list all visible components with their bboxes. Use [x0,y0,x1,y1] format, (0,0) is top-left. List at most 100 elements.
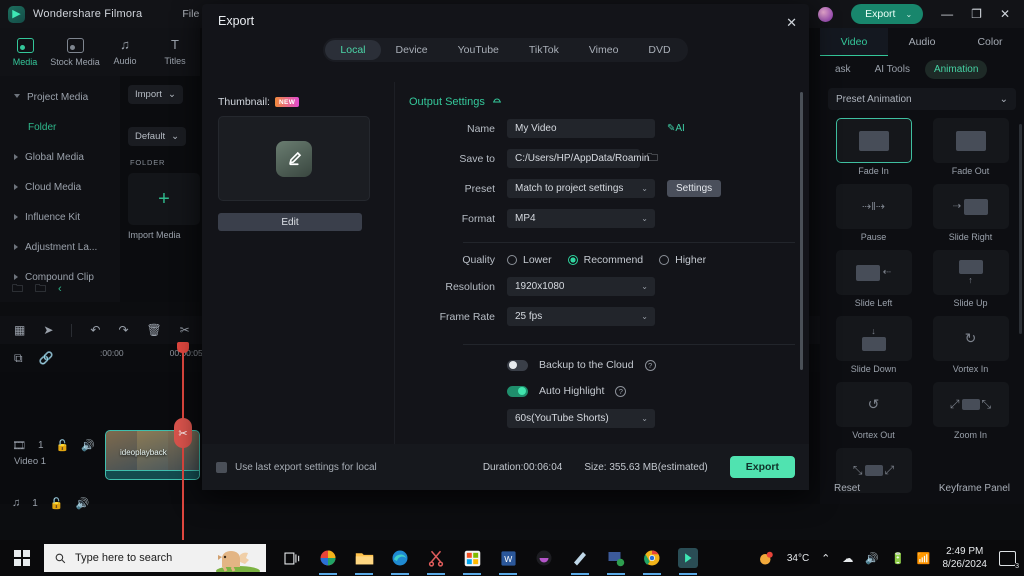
right-panel-scrollbar[interactable] [1019,124,1022,334]
lock-icon[interactable]: 🔓 [56,439,70,452]
minimize-button[interactable]: — [941,7,953,21]
tab-device[interactable]: Device [381,40,443,60]
quality-option-recommend[interactable]: Recommend [567,254,643,266]
highlight-duration-select[interactable]: 60s(YouTube Shorts) ⌄ [507,409,655,428]
framerate-select[interactable]: 25 fps ⌄ [507,307,655,326]
sidebar-item-adjustment-layer[interactable]: Adjustment La... [6,232,114,262]
use-last-settings-checkbox[interactable] [216,461,227,473]
tab-vimeo[interactable]: Vimeo [574,40,634,60]
edit-thumbnail-button[interactable]: Edit [218,213,362,231]
view-select[interactable]: Default ⌄ [128,127,187,146]
resolution-select[interactable]: 1920x1080 ⌄ [507,277,655,296]
search-input[interactable]: Type here to search [44,544,266,572]
media-tab-audio[interactable]: ♫ Audio [100,38,150,67]
new-folder-icon[interactable]: 🗀 [12,280,23,299]
collapse-panel-icon[interactable]: ‹ [58,283,62,295]
animation-vortex-out[interactable]: ↺ Vortex Out [830,382,917,440]
task-view-icon[interactable] [282,548,302,568]
sidebar-item-influence-kit[interactable]: Influence Kit [6,202,114,232]
folder-icon[interactable]: 🗀 [35,280,46,299]
tab-video[interactable]: Video [820,28,888,56]
cursor-tool-icon[interactable]: ➤ [43,323,53,337]
tab-dvd[interactable]: DVD [633,40,685,60]
reset-button[interactable]: Reset [834,483,860,494]
remote-desktop-icon[interactable] [606,548,626,575]
undo-icon[interactable]: ↶ [90,323,100,337]
tab-tiktok[interactable]: TikTok [514,40,574,60]
microsoft-edge-icon[interactable] [390,548,410,575]
sidebar-item-folder[interactable]: Folder [6,112,114,142]
animation-slide-right[interactable]: ⇢ Slide Right [927,184,1014,242]
quality-option-higher[interactable]: Higher [659,254,706,266]
mute-icon[interactable]: 🔊 [81,439,95,452]
animation-fade-in[interactable]: Fade In [830,118,917,176]
help-icon[interactable]: ? [644,359,656,371]
dialog-scrollbar[interactable] [800,92,803,370]
auto-highlight-toggle[interactable] [507,385,528,397]
animation-slide-up[interactable]: ↑ Slide Up [927,250,1014,308]
name-input[interactable]: My Video [507,119,655,138]
split-badge-icon[interactable]: ✂ [174,418,192,448]
onedrive-icon[interactable]: ☁ [842,552,853,565]
link-icon[interactable]: 🔗 [39,351,54,365]
media-tab-titles[interactable]: T Titles [150,38,200,67]
tab-youtube[interactable]: YouTube [443,40,514,60]
microsoft-365-icon[interactable] [318,548,338,575]
notification-center-icon[interactable]: 3 [999,550,1019,570]
animation-zoom-in[interactable]: ⤢ ⤡ Zoom In [927,382,1014,440]
import-button[interactable]: Import ⌄ [128,85,183,104]
tab-audio[interactable]: Audio [888,28,956,56]
restore-button[interactable]: ❐ [971,7,982,21]
microsoft-word-icon[interactable]: W [498,548,518,575]
microsoft-store-icon[interactable] [462,548,482,575]
wifi-icon[interactable]: 📶 [917,552,931,565]
animation-vortex-in[interactable]: ↻ Vortex In [927,316,1014,374]
chevron-up-icon[interactable]: ⌃ [821,552,830,565]
sidebar-item-project-media[interactable]: Project Media [6,82,114,112]
app-icon-notes[interactable] [570,548,590,575]
close-button[interactable]: ✕ [1000,7,1010,21]
top-export-button[interactable]: Export ⌄ [851,4,924,24]
delete-icon[interactable]: 🗑 [147,323,162,337]
keyframe-panel-button[interactable]: Keyframe Panel [939,483,1010,494]
snipping-tool-icon[interactable] [426,548,446,575]
save-to-input[interactable]: C:/Users/HP/AppData/Roamin [507,149,650,168]
backup-toggle[interactable] [507,359,528,371]
animation-pause[interactable]: ⇢ǁ⇢ Pause [830,184,917,242]
thumbnail-preview[interactable] [218,116,370,201]
animation-slide-down[interactable]: ↓ Slide Down [830,316,917,374]
animation-slide-left[interactable]: ⇠ Slide Left [830,250,917,308]
settings-button[interactable]: Settings [667,180,722,197]
weather-icon[interactable] [757,551,775,566]
sidebar-item-cloud-media[interactable]: Cloud Media [6,172,114,202]
lock-icon[interactable]: 🔓 [50,497,64,510]
battery-icon[interactable]: 🔋 [891,552,905,565]
grid-view-icon[interactable]: ▦ [14,323,25,337]
mute-icon[interactable]: 🔊 [76,497,90,510]
preset-animation-select[interactable]: Preset Animation ⌄ [828,88,1016,110]
tab-local[interactable]: Local [325,40,381,60]
start-button[interactable] [0,550,44,566]
clock[interactable]: 2:49 PM 8/26/2024 [943,545,988,571]
redo-icon[interactable]: ↷ [118,323,128,337]
preset-select[interactable]: Match to project settings ⌄ [507,179,655,198]
subtab-animation[interactable]: Animation [924,59,988,79]
help-icon[interactable]: ? [615,385,627,397]
add-marker-icon[interactable]: ⧉ [14,351,23,366]
tab-color[interactable]: Color [956,28,1024,56]
google-chrome-icon[interactable] [642,548,662,575]
subtab-ai-tools[interactable]: AI Tools [866,60,919,79]
export-button[interactable]: Export [729,456,795,478]
split-icon[interactable]: ✂ [180,323,190,337]
format-select[interactable]: MP4 ⌄ [507,209,655,228]
close-icon[interactable]: ✕ [786,15,797,31]
volume-icon[interactable]: 🔊 [865,552,879,565]
ai-pen-icon[interactable]: ✎AI [667,123,685,134]
media-tab-stock-media[interactable]: Stock Media [50,37,100,67]
filmora-taskbar-icon[interactable] [678,548,698,575]
animation-fade-out[interactable]: Fade Out [927,118,1014,176]
subtab-mask[interactable]: ask [826,60,860,79]
menu-file[interactable]: File [182,8,199,20]
quality-option-lower[interactable]: Lower [507,254,552,266]
file-explorer-icon[interactable] [354,548,374,575]
